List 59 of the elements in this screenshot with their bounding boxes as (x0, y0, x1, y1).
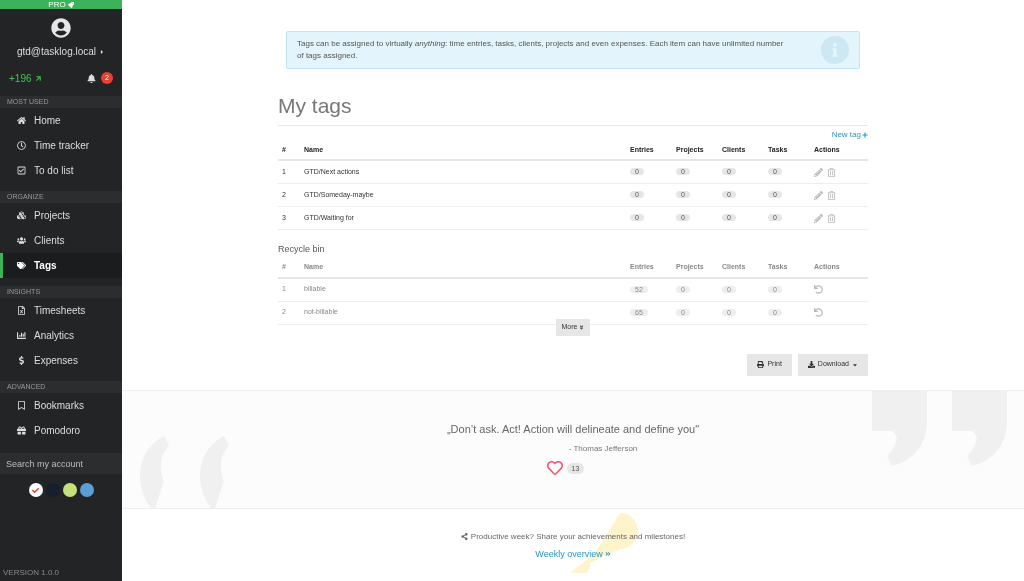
home-icon (17, 116, 26, 125)
section-title: Recycle bin (278, 243, 326, 256)
info-text: Tags can be assigned to virtually anything: time entries, tasks, clients, projects and even expenses. Each item can have unlimited number of tags assigned. (297, 38, 785, 62)
theme-swatch[interactable] (28, 483, 43, 497)
avatar-icon (51, 18, 71, 38)
weekly-overview-link[interactable]: Weekly overview (535, 547, 611, 561)
heart-icon[interactable] (545, 460, 564, 476)
quote-author: - Thomas Jefferson (568, 443, 638, 455)
share-text: Productive week? Share your achievements and milestones! (470, 530, 686, 543)
search-field[interactable]: Search my account (0, 453, 122, 474)
nav-item[interactable]: Expenses (0, 348, 122, 373)
page-title: My tags (278, 93, 353, 119)
gift-icon (17, 426, 26, 435)
nav-item[interactable]: Bookmarks (0, 393, 122, 418)
plan-label: PRO (48, 0, 66, 9)
version-text: VERSION 1.0.0 (2, 567, 61, 579)
dollar-icon (17, 356, 26, 365)
bar-chart-icon (17, 331, 26, 340)
nav-item[interactable]: Projects (0, 203, 122, 228)
spreadsheet-icon (17, 306, 26, 315)
nav-item[interactable]: Home (0, 108, 122, 133)
plus-icon (862, 132, 868, 138)
users-icon (17, 236, 26, 245)
printer-icon (757, 361, 765, 368)
clock-icon (17, 141, 26, 150)
new-tag-link[interactable]: New tag (831, 129, 868, 141)
edit-icon[interactable] (814, 167, 823, 177)
nav-item[interactable]: Clients (0, 228, 122, 253)
restore-icon[interactable] (814, 308, 823, 317)
restore-icon[interactable] (814, 285, 823, 294)
nav-item[interactable]: Timesheets (0, 298, 122, 323)
trend-arrow-icon (33, 73, 43, 83)
delete-icon[interactable] (827, 213, 836, 223)
theme-swatch[interactable] (62, 483, 77, 497)
quote-text: „Don’t ask. Act! Action will delineate and define you" (446, 421, 700, 437)
nav-item[interactable]: Pomodoro (0, 418, 122, 443)
download-icon (807, 361, 815, 368)
bell-icon[interactable] (87, 73, 97, 83)
caret-icon (852, 361, 858, 368)
double-chevron-icon (604, 551, 611, 558)
delete-icon[interactable] (827, 167, 836, 177)
checkbox-icon (17, 166, 26, 175)
edit-icon[interactable] (814, 190, 823, 200)
score-text: +196 (9, 71, 32, 86)
nav-item[interactable]: Analytics (0, 323, 122, 348)
cubes-icon (17, 211, 26, 220)
nav-item[interactable]: Time tracker (0, 133, 122, 158)
double-chevron-icon (579, 324, 585, 330)
nav-item[interactable]: To do list (0, 158, 122, 183)
user-menu[interactable]: gtd@tasklog.local (16, 44, 106, 59)
bookmark-icon (17, 401, 26, 410)
share-icon (460, 533, 468, 540)
delete-icon[interactable] (827, 190, 836, 200)
tags-icon (17, 261, 26, 270)
rocket-icon (67, 1, 74, 8)
nav-item[interactable]: Tags (0, 253, 122, 278)
edit-icon[interactable] (814, 213, 823, 223)
check-icon (32, 486, 39, 494)
theme-swatch[interactable] (79, 483, 94, 497)
